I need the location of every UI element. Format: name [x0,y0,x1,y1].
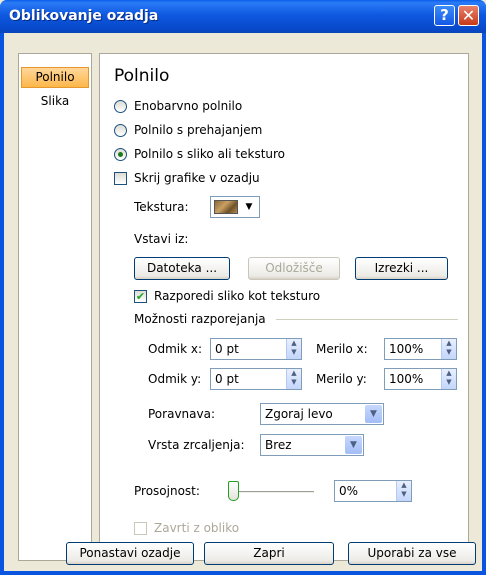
format-background-dialog: Oblikovanje ozadja ? ✕ Polnilo Slika Pol… [0,0,486,575]
transparency-spinner[interactable]: ▲ ▼ [396,481,411,501]
offset-x-value: 0 pt [215,342,239,356]
chevron-down-icon: ▼ [365,405,382,423]
scale-y-input[interactable]: 100% ▲ ▼ [384,368,457,390]
category-sidebar: Polnilo Slika [18,53,92,561]
transparency-slider-track[interactable] [228,491,314,494]
spin-down-icon: ▼ [401,490,407,498]
offset-y-spinner[interactable]: ▲ ▼ [286,369,301,389]
fill-panel: Polnilo Enobarvno polnilo Polnilo s preh… [99,53,469,561]
spin-up-icon: ▲ [446,339,452,347]
insert-from-label: Vstavi iz: [134,232,189,246]
spin-up-icon: ▲ [291,339,297,347]
spin-down-icon: ▼ [291,348,297,356]
clipart-button[interactable]: Izrezki ... [355,257,448,280]
texture-dropdown[interactable]: ▼ [210,196,260,218]
picture-texture-fill-radio[interactable] [114,148,127,161]
mirror-type-value: Brez [265,438,292,452]
mirror-type-label: Vrsta zrcaljenja: [148,438,245,452]
close-icon[interactable]: ✕ [458,5,479,26]
alignment-value: Zgoraj levo [265,407,333,421]
reset-background-button[interactable]: Ponastavi ozadje [66,542,194,565]
spin-up-icon: ▲ [401,481,407,489]
alignment-label: Poravnava: [148,407,215,421]
offset-y-input[interactable]: 0 pt ▲ ▼ [210,368,302,390]
gradient-fill-label: Polnilo s prehajanjem [134,123,263,137]
panel-heading: Polnilo [114,66,170,86]
transparency-label: Prosojnost: [134,484,200,498]
tiling-options-separator [276,319,458,320]
scale-y-spinner[interactable]: ▲ ▼ [441,369,456,389]
scale-x-label: Merilo x: [316,342,368,356]
gradient-fill-radio[interactable] [114,124,127,137]
scale-x-input[interactable]: 100% ▲ ▼ [384,338,457,360]
scale-y-label: Merilo y: [316,372,367,386]
tiling-options-label: Možnosti razporejanja [134,312,266,326]
offset-y-value: 0 pt [215,372,239,386]
file-button[interactable]: Datoteka ... [134,257,230,280]
chevron-down-icon: ▼ [245,202,253,212]
offset-x-spinner[interactable]: ▲ ▼ [286,339,301,359]
title-bar[interactable]: Oblikovanje ozadja ? ✕ [0,0,486,33]
scale-y-value: 100% [389,372,424,386]
spin-down-icon: ▼ [446,348,452,356]
scale-x-spinner[interactable]: ▲ ▼ [441,339,456,359]
rotate-with-shape-checkbox[interactable] [134,522,147,535]
transparency-input[interactable]: 0% ▲ ▼ [334,480,412,502]
picture-texture-fill-label: Polnilo s sliko ali teksturo [134,147,286,161]
alignment-select[interactable]: Zgoraj levo ▼ [260,403,384,425]
chevron-down-icon: ▼ [345,436,362,454]
close-button[interactable]: Zapri [204,542,334,565]
hide-graphics-label: Skrij grafike v ozadju [134,171,260,185]
rotate-with-shape-label: Zavrti z obliko [154,521,240,535]
tile-as-texture-checkbox[interactable]: ✔ [134,290,147,303]
sidebar-item-fill[interactable]: Polnilo [21,67,89,88]
radio-selected-dot [118,152,123,157]
spin-down-icon: ▼ [291,378,297,386]
transparency-slider-thumb[interactable] [228,481,239,501]
spin-up-icon: ▲ [291,369,297,377]
tile-as-texture-label: Razporedi sliko kot teksturo [154,289,321,303]
window-title: Oblikovanje ozadja [9,8,159,24]
clipboard-button[interactable]: Odložišče [248,257,340,280]
scale-x-value: 100% [389,342,424,356]
offset-x-input[interactable]: 0 pt ▲ ▼ [210,338,302,360]
spin-up-icon: ▲ [446,369,452,377]
offset-y-label: Odmik y: [148,372,202,386]
help-icon[interactable]: ? [434,5,455,26]
spin-down-icon: ▼ [446,378,452,386]
texture-swatch-icon [214,200,238,214]
hide-graphics-checkbox[interactable] [114,172,127,185]
solid-fill-radio[interactable] [114,100,127,113]
offset-x-label: Odmik x: [148,342,202,356]
texture-label: Tekstura: [134,200,189,214]
mirror-type-select[interactable]: Brez ▼ [260,434,364,456]
apply-to-all-button[interactable]: Uporabi za vse [348,542,476,565]
dialog-body: Polnilo Slika Polnilo Enobarvno polnilo … [4,33,482,571]
sidebar-item-picture[interactable]: Slika [21,91,89,112]
transparency-value: 0% [339,484,359,498]
solid-fill-label: Enobarvno polnilo [134,99,243,113]
